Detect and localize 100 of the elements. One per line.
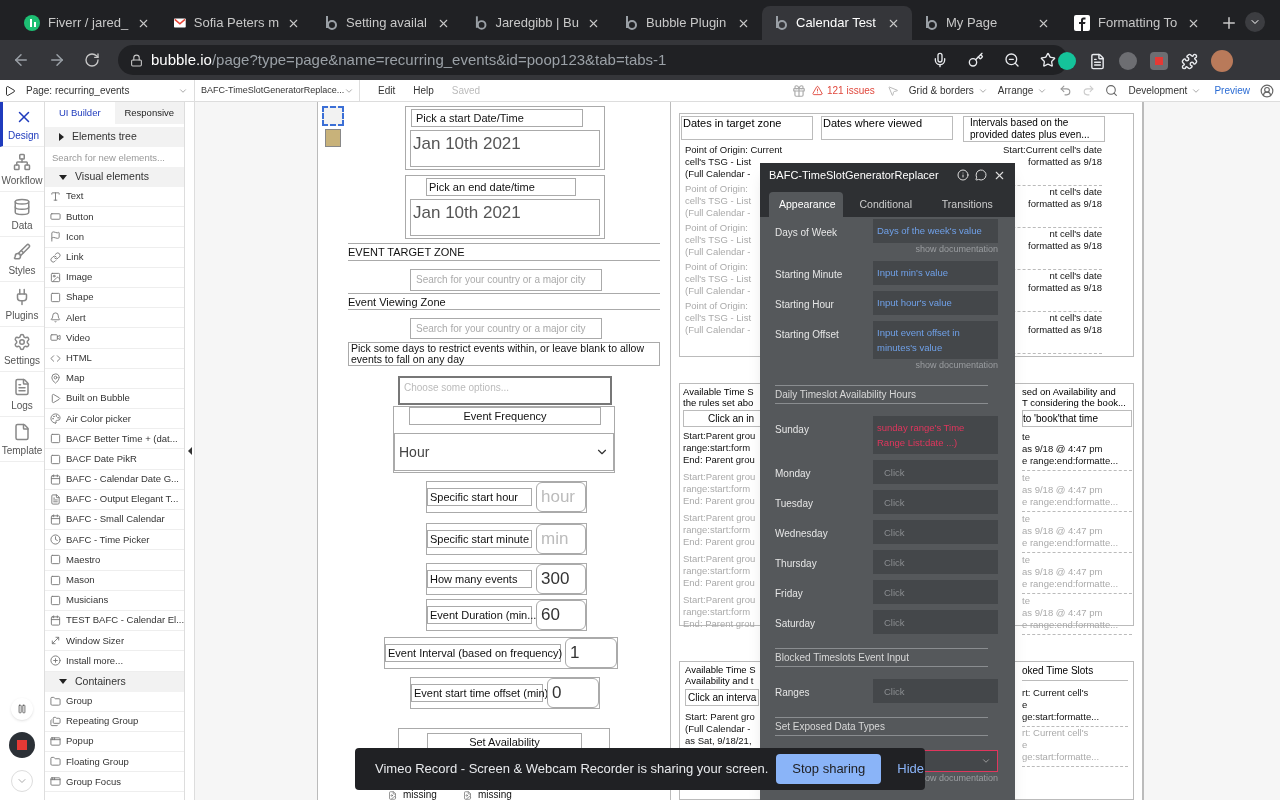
element-item[interactable]: Icon (45, 227, 184, 248)
element-item[interactable]: Air Color picker (45, 409, 184, 430)
section-header[interactable]: Containers (45, 671, 184, 692)
element-item[interactable]: Window Sizer (45, 631, 184, 652)
new-tab-icon[interactable] (1220, 14, 1238, 32)
extensions-icon[interactable] (1181, 52, 1198, 70)
element-item[interactable]: TEST BAFC - Calendar El... (45, 610, 184, 632)
hide-button[interactable]: Hide (889, 759, 933, 779)
rail-tab[interactable]: Styles (0, 237, 44, 282)
property-value-field[interactable]: Click (873, 580, 998, 604)
element-item[interactable]: BAFC - Small Calendar (45, 510, 184, 531)
reload-icon[interactable] (84, 52, 100, 68)
section-header[interactable]: Visual elements (45, 167, 184, 187)
browser-tab[interactable]: Bubble Plugin (612, 6, 762, 40)
panel-tab[interactable]: Transitions (928, 192, 1006, 217)
collapse-caret-icon[interactable] (187, 447, 192, 455)
panel-tab[interactable]: Conditional (847, 192, 925, 217)
rail-tab[interactable]: Data (0, 192, 44, 237)
rail-tab[interactable]: Logs (0, 372, 44, 417)
element-item[interactable]: Mason (45, 570, 184, 591)
element-item[interactable]: Map (45, 368, 184, 389)
page-dropdown[interactable]: Page: recurring_events (20, 80, 195, 101)
sidebar-tab[interactable]: Responsive (114, 102, 184, 124)
issues-button[interactable]: 121 issues (812, 83, 875, 98)
property-value-field[interactable]: Click (873, 610, 998, 634)
element-item[interactable]: Repeating Group (45, 711, 184, 732)
tab-search-button[interactable] (1245, 12, 1265, 32)
number-input[interactable]: 0 (547, 678, 599, 708)
mode-dropdown[interactable]: Development (1128, 83, 1201, 98)
number-input[interactable]: 60 (536, 600, 586, 630)
element-item[interactable]: BAFC - Output Elegant T... (45, 489, 184, 510)
property-value-field[interactable]: Click (873, 520, 998, 544)
element-dropdown[interactable]: BAFC-TimeSlotGeneratorReplace... (195, 80, 360, 101)
element-item[interactable]: Floating Group (45, 752, 184, 773)
stop-sharing-button[interactable]: Stop sharing (776, 754, 882, 784)
rail-tab[interactable]: Workflow (0, 147, 44, 192)
element-item[interactable]: BAFC - Calendar Date G... (45, 469, 184, 490)
user-icon[interactable] (1260, 83, 1274, 98)
grid-borders-menu[interactable]: Grid & borders (908, 83, 988, 98)
menu-item[interactable]: Help (413, 83, 434, 98)
element-item[interactable]: Musicians (45, 590, 184, 611)
location-search-field[interactable]: Search for your country or a major city (410, 269, 602, 291)
element-item[interactable]: Text (45, 187, 184, 208)
browser-tab[interactable]: Calendar Test (762, 6, 912, 40)
element-item[interactable]: Alert (45, 308, 184, 329)
number-input[interactable]: min (536, 524, 586, 554)
panel-tab[interactable]: Appearance (769, 192, 843, 217)
element-item[interactable]: Image (45, 267, 184, 288)
number-input[interactable]: 1 (565, 638, 617, 668)
element-item[interactable]: Install more... (45, 651, 184, 672)
browser-tab[interactable]: Setting availal (312, 6, 462, 40)
location-search-field[interactable]: Search for your country or a major city (410, 317, 602, 340)
element-item[interactable]: HTML (45, 348, 184, 369)
comment-icon[interactable] (975, 169, 987, 181)
element-item[interactable]: Shape (45, 287, 184, 309)
date-input[interactable]: Jan 10th 2021 (410, 130, 600, 167)
element-item[interactable]: Video (45, 328, 184, 349)
browser-tab[interactable]: Jaredgibb | Bu (462, 6, 612, 40)
back-icon[interactable] (12, 51, 30, 69)
element-item[interactable]: Button (45, 207, 184, 228)
property-value-field[interactable]: Click (873, 460, 998, 484)
frequency-dropdown[interactable]: Hour (394, 433, 614, 471)
book-time-button[interactable]: to 'book'that time (1022, 410, 1132, 427)
menu-item[interactable]: Edit (378, 83, 396, 98)
element-item[interactable]: Link (45, 247, 184, 268)
number-input[interactable]: 300 (536, 564, 586, 594)
property-value-field[interactable]: Click (873, 679, 998, 703)
document-icon[interactable] (1089, 52, 1106, 70)
key-icon[interactable] (968, 52, 984, 68)
element-item[interactable]: BACF Date PikR (45, 449, 184, 470)
elements-tree-toggle[interactable]: Elements tree (45, 127, 184, 147)
undo-icon[interactable] (1059, 84, 1073, 97)
property-value-field[interactable]: Input event offset in minutes's value (873, 321, 998, 359)
property-value-field[interactable]: Click (873, 550, 998, 574)
bookmark-star-icon[interactable] (1040, 52, 1056, 68)
browser-tab[interactable]: Fiverr / jared_ (12, 6, 162, 40)
arrange-menu[interactable]: Arrange (997, 83, 1048, 98)
search-icon[interactable] (1105, 84, 1119, 97)
browser-tab[interactable]: My Page (912, 6, 1062, 40)
multi-select-field[interactable]: Choose some options... (398, 376, 612, 405)
element-item[interactable]: Popup (45, 731, 184, 753)
pause-button[interactable] (11, 698, 33, 720)
number-input[interactable]: hour (536, 482, 586, 512)
forward-icon[interactable] (48, 51, 66, 69)
info-icon[interactable] (957, 169, 969, 181)
element-item[interactable]: BACF Better Time + (dat... (45, 429, 184, 450)
property-value-field[interactable]: Days of the week's value (873, 219, 998, 243)
stop-recording-button[interactable] (9, 732, 35, 758)
rail-tab[interactable]: Template (0, 417, 44, 462)
date-input[interactable]: Jan 10th 2021 (410, 199, 600, 236)
rail-tab[interactable]: Plugins (0, 282, 44, 327)
rail-tab[interactable]: Settings (0, 327, 44, 372)
microphone-icon[interactable] (932, 52, 948, 68)
element-item[interactable]: Built on Bubble (45, 388, 184, 410)
preview-link[interactable]: Preview (1214, 83, 1250, 98)
element-item[interactable]: Group (45, 691, 184, 712)
element-item[interactable]: Group Focus (45, 772, 184, 793)
property-value-field[interactable]: Input hour's value (873, 291, 998, 315)
element-search-field[interactable]: Search for new elements... (45, 147, 184, 167)
property-value-field[interactable]: Click (873, 490, 998, 514)
